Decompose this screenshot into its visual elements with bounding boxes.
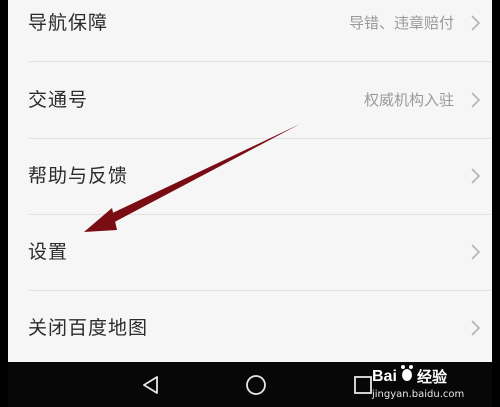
menu-item-label: 导航保障 xyxy=(28,12,109,34)
menu-item-navigation-guarantee[interactable]: 导航保障 导错、违章赔付 xyxy=(8,0,492,61)
menu-item-help-feedback[interactable]: 帮助与反馈 xyxy=(8,138,492,214)
chevron-right-icon xyxy=(471,92,481,108)
settings-menu-list: 导航保障 导错、违章赔付 交通号 权威机构入驻 帮助与反馈 设置 关闭百度地图 xyxy=(8,0,492,362)
watermark-text: 经验 xyxy=(417,368,448,386)
menu-item-settings[interactable]: 设置 xyxy=(8,214,492,290)
chevron-right-icon xyxy=(471,168,481,184)
home-icon[interactable] xyxy=(245,374,267,396)
menu-item-label: 帮助与反馈 xyxy=(28,165,129,187)
menu-item-value: 权威机构入驻 xyxy=(363,91,454,109)
baidu-jingyan-watermark: Bai 经验 jingyan.baidu.com xyxy=(370,359,480,405)
menu-item-label: 设置 xyxy=(28,241,69,263)
chevron-right-icon xyxy=(471,320,481,336)
svg-text:Bai: Bai xyxy=(372,368,397,385)
chevron-right-icon xyxy=(471,244,481,260)
menu-item-label: 关闭百度地图 xyxy=(28,317,149,339)
back-icon[interactable] xyxy=(140,374,162,396)
menu-item-value: 导错、违章赔付 xyxy=(348,14,454,32)
watermark-url: jingyan.baidu.com xyxy=(372,389,465,400)
app-screen: 导航保障 导错、违章赔付 交通号 权威机构入驻 帮助与反馈 设置 关闭百度地图 … xyxy=(0,0,500,407)
menu-item-label: 交通号 xyxy=(28,89,89,111)
chevron-right-icon xyxy=(471,15,481,31)
menu-item-traffic-account[interactable]: 交通号 权威机构入驻 xyxy=(8,62,492,138)
menu-item-close-baidu-map[interactable]: 关闭百度地图 xyxy=(8,290,492,366)
baidu-logo-icon: Bai xyxy=(372,365,413,385)
